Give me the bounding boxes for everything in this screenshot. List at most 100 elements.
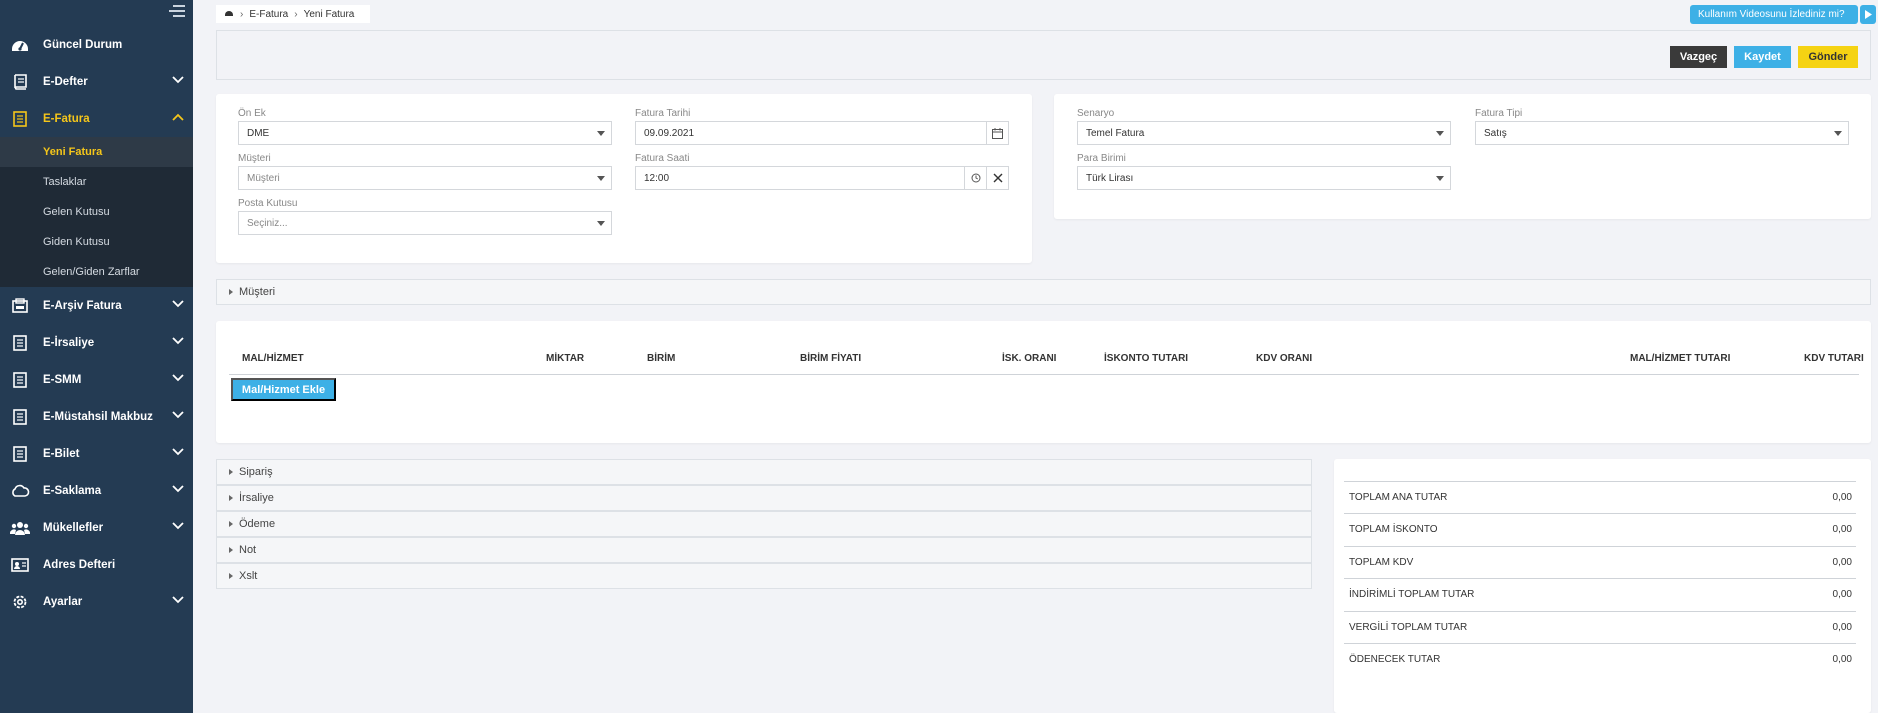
musteri-placeholder: Müşteri [247, 172, 280, 184]
sidebar-item-mukellefler[interactable]: Mükellefler [0, 509, 193, 546]
caret-right-icon [229, 573, 233, 579]
total-row-vergili: VERGİLİ TOPLAM TUTAR 0,00 [1344, 611, 1856, 643]
sidebar-item-e-smm[interactable]: E-SMM [0, 361, 193, 398]
musteri-section-label: Müşteri [239, 286, 276, 298]
send-button[interactable]: Gönder [1798, 46, 1858, 68]
breadcrumb: › E-Fatura › Yeni Fatura [216, 5, 370, 23]
fatura-saati-value: 12:00 [644, 172, 670, 184]
column-header-birim: BİRİM [647, 353, 676, 364]
total-label: TOPLAM ANA TUTAR [1349, 492, 1448, 503]
breadcrumb-item-yeni-fatura: Yeni Fatura [303, 8, 355, 20]
sidebar-item-guncel-durum[interactable]: Güncel Durum [0, 26, 193, 63]
items-table-card [216, 321, 1871, 443]
irsaliye-section-toggle[interactable]: İrsaliye [216, 485, 1312, 511]
caret-right-icon [229, 469, 233, 475]
total-value: 0,00 [1832, 557, 1852, 568]
fatura-tipi-select[interactable]: Satış [1475, 121, 1849, 145]
action-bar: Vazgeç Kaydet Gönder [216, 30, 1871, 80]
column-header-iskonto-tutari: İSKONTO TUTARI [1104, 353, 1189, 364]
submenu-item-zarflar[interactable]: Gelen/Giden Zarflar [0, 257, 193, 287]
clear-icon[interactable] [986, 167, 1008, 189]
submenu-item-taslaklar[interactable]: Taslaklar [0, 167, 193, 197]
total-row-ana-tutar: TOPLAM ANA TUTAR 0,00 [1344, 481, 1856, 513]
caret-right-icon [229, 495, 233, 501]
total-value: 0,00 [1832, 524, 1852, 535]
musteri-section-toggle[interactable]: Müşteri [216, 279, 1871, 305]
caret-down-icon [1436, 131, 1444, 136]
caret-down-icon [597, 131, 605, 136]
submenu-item-giden-kutusu[interactable]: Giden Kutusu [0, 227, 193, 257]
musteri-select[interactable]: Müşteri [238, 166, 612, 190]
clock-icon[interactable] [964, 167, 986, 189]
odeme-section-toggle[interactable]: Ödeme [216, 511, 1312, 537]
sidebar-item-e-bilet[interactable]: E-Bilet [0, 435, 193, 472]
chevron-down-icon [172, 374, 184, 382]
breadcrumb-item-e-fatura[interactable]: E-Fatura [249, 9, 288, 20]
save-button[interactable]: Kaydet [1734, 46, 1791, 68]
users-icon [10, 519, 30, 537]
address-card-icon [10, 556, 30, 574]
submenu-item-gelen-kutusu[interactable]: Gelen Kutusu [0, 197, 193, 227]
table-header-divider [229, 374, 1859, 375]
total-value: 0,00 [1832, 589, 1852, 600]
total-row-indirimli: İNDİRİMLİ TOPLAM TUTAR 0,00 [1344, 578, 1856, 610]
dashboard-icon [10, 36, 30, 54]
sidebar-item-ayarlar[interactable]: Ayarlar [0, 583, 193, 620]
sidebar-item-label: Adres Defteri [43, 558, 116, 571]
sidebar-item-label: Mükellefler [43, 521, 104, 534]
submenu-item-yeni-fatura[interactable]: Yeni Fatura [0, 137, 193, 167]
column-header-miktar: MİKTAR [546, 353, 585, 364]
chevron-right-icon: › [240, 8, 244, 20]
para-birimi-select[interactable]: Türk Lirası [1077, 166, 1451, 190]
invoice-info-card: Ön Ek DME Fatura Tarihi 09.09.2021 Müşte… [216, 94, 1032, 263]
calendar-icon[interactable] [986, 122, 1008, 144]
sidebar-item-e-fatura[interactable]: E-Fatura [0, 100, 193, 137]
dashboard-icon[interactable] [224, 8, 234, 21]
receipt-icon [10, 371, 30, 389]
add-item-button[interactable]: Mal/Hizmet Ekle [231, 378, 336, 401]
column-header-kdv-tutari: KDV TUTARI [1804, 353, 1864, 364]
e-fatura-submenu: Yeni Fatura Taslaklar Gelen Kutusu Giden… [0, 137, 193, 287]
caret-right-icon [229, 289, 233, 295]
chevron-down-icon [172, 596, 184, 604]
not-section-toggle[interactable]: Not [216, 537, 1312, 563]
video-tutorial-button[interactable]: Kullanım Videosunu İzlediniz mi? [1690, 5, 1858, 24]
cloud-icon [10, 482, 30, 500]
sidebar-item-adres-defteri[interactable]: Adres Defteri [0, 546, 193, 583]
xslt-section-toggle[interactable]: Xslt [216, 563, 1312, 589]
chevron-down-icon [172, 76, 184, 84]
total-row-kdv: TOPLAM KDV 0,00 [1344, 546, 1856, 578]
sidebar-item-label: E-Fatura [43, 112, 90, 125]
para-birimi-value: Türk Lirası [1086, 172, 1134, 184]
cancel-button[interactable]: Vazgeç [1670, 46, 1727, 68]
senaryo-select[interactable]: Temel Fatura [1077, 121, 1451, 145]
fatura-tarihi-input[interactable]: 09.09.2021 [635, 121, 1009, 145]
chevron-down-icon [172, 300, 184, 308]
total-label: TOPLAM KDV [1349, 557, 1414, 568]
posta-kutusu-select[interactable]: Seçiniz... [238, 211, 612, 235]
on-ek-select[interactable]: DME [238, 121, 612, 145]
menu-toggle-icon[interactable] [169, 5, 185, 19]
on-ek-value: DME [247, 127, 270, 139]
sidebar-item-label: E-Bilet [43, 447, 80, 460]
sidebar-item-e-arsiv-fatura[interactable]: E-Arşiv Fatura [0, 287, 193, 324]
total-label: İNDİRİMLİ TOPLAM TUTAR [1349, 589, 1475, 600]
sidebar-item-e-irsaliye[interactable]: E-İrsaliye [0, 324, 193, 361]
fatura-tipi-label: Fatura Tipi [1475, 108, 1523, 119]
fatura-tipi-value: Satış [1484, 127, 1507, 139]
sidebar-item-e-defter[interactable]: E-Defter [0, 63, 193, 100]
sidebar-item-e-saklama[interactable]: E-Saklama [0, 472, 193, 509]
sidebar-item-e-mustahsil-makbuz[interactable]: E-Müstahsil Makbuz [0, 398, 193, 435]
siparis-section-toggle[interactable]: Sipariş [216, 459, 1312, 485]
play-icon[interactable] [1860, 5, 1876, 24]
para-birimi-label: Para Birimi [1077, 153, 1126, 164]
fatura-tarihi-label: Fatura Tarihi [635, 108, 691, 119]
dispatch-icon [10, 334, 30, 352]
sidebar-item-label: E-Müstahsil Makbuz [43, 410, 153, 423]
archive-invoice-icon [10, 297, 30, 315]
fatura-saati-input[interactable]: 12:00 [635, 166, 1009, 190]
total-label: VERGİLİ TOPLAM TUTAR [1349, 622, 1468, 633]
sidebar-item-label: E-İrsaliye [43, 336, 95, 349]
total-row-odenecek: ÖDENECEK TUTAR 0,00 [1344, 643, 1856, 675]
section-label: Xslt [239, 570, 258, 582]
